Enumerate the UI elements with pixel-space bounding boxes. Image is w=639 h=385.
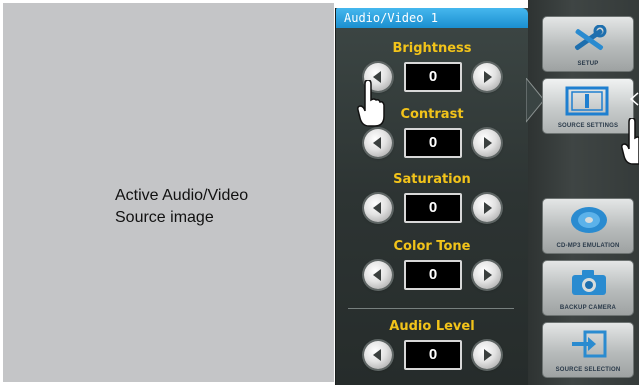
audio-level-value: 0: [404, 340, 462, 370]
contrast-increase-button[interactable]: [473, 129, 501, 157]
panel-divider: [348, 308, 514, 309]
source-settings-panel: Audio/Video 1 Brightness 0 Contrast 0 Sa…: [335, 8, 528, 385]
color-tone-increase-button[interactable]: [473, 261, 501, 289]
setup-button-label: SETUP: [577, 61, 599, 67]
preview-label-line2: Source image: [115, 209, 214, 226]
source-selection-button[interactable]: SOURCE SELECTION: [542, 322, 634, 378]
brightness-value: 0: [404, 62, 462, 92]
cd-mp3-emulation-button-label: CD-MP3 EMULATION: [556, 243, 620, 249]
contrast-value: 0: [404, 128, 462, 158]
saturation-decrease-button[interactable]: [364, 194, 392, 222]
right-arrow-icon: [484, 202, 492, 214]
brightness-label: Brightness: [392, 41, 472, 56]
saturation-label: Saturation: [393, 172, 471, 187]
left-arrow-icon: [373, 137, 381, 149]
color-tone-label: Color Tone: [393, 239, 471, 254]
right-arrow-icon: [484, 71, 492, 83]
screen-icon: [565, 86, 609, 116]
right-arrow-icon: [484, 349, 492, 361]
source-image-preview: Active Audio/Video Source image: [3, 3, 334, 382]
saturation-value: 0: [404, 193, 462, 223]
selection-pointer-icon: [630, 92, 639, 106]
left-arrow-icon: [373, 349, 381, 361]
source-arrow-icon: [572, 330, 607, 358]
audio-level-increase-button[interactable]: [473, 341, 501, 369]
panel-title: Audio/Video 1: [336, 8, 528, 28]
color-tone-decrease-button[interactable]: [364, 261, 392, 289]
cd-mp3-emulation-button[interactable]: CD-MP3 EMULATION: [542, 198, 634, 254]
right-arrow-icon: [484, 137, 492, 149]
backup-camera-button-label: BACKUP CAMERA: [559, 305, 617, 311]
left-arrow-icon: [373, 269, 381, 281]
brightness-increase-button[interactable]: [473, 63, 501, 91]
backup-camera-button[interactable]: BACKUP CAMERA: [542, 260, 634, 316]
contrast-decrease-button[interactable]: [364, 129, 392, 157]
audio-level-label: Audio Level: [389, 319, 475, 334]
source-selection-button-label: SOURCE SELECTION: [555, 367, 621, 373]
left-arrow-icon: [373, 202, 381, 214]
setup-button[interactable]: SETUP: [542, 16, 634, 72]
preview-label: Active Audio/Video Source image: [115, 185, 315, 229]
saturation-increase-button[interactable]: [473, 194, 501, 222]
pointing-hand-icon: [357, 80, 385, 127]
audio-level-decrease-button[interactable]: [364, 341, 392, 369]
camera-icon: [572, 270, 606, 295]
right-arrow-icon: [484, 269, 492, 281]
pointing-hand-icon: [621, 118, 639, 165]
tools-icon: [574, 25, 607, 51]
preview-label-line1: Active Audio/Video: [115, 187, 249, 204]
disc-icon: [571, 207, 607, 233]
color-tone-value: 0: [404, 260, 462, 290]
